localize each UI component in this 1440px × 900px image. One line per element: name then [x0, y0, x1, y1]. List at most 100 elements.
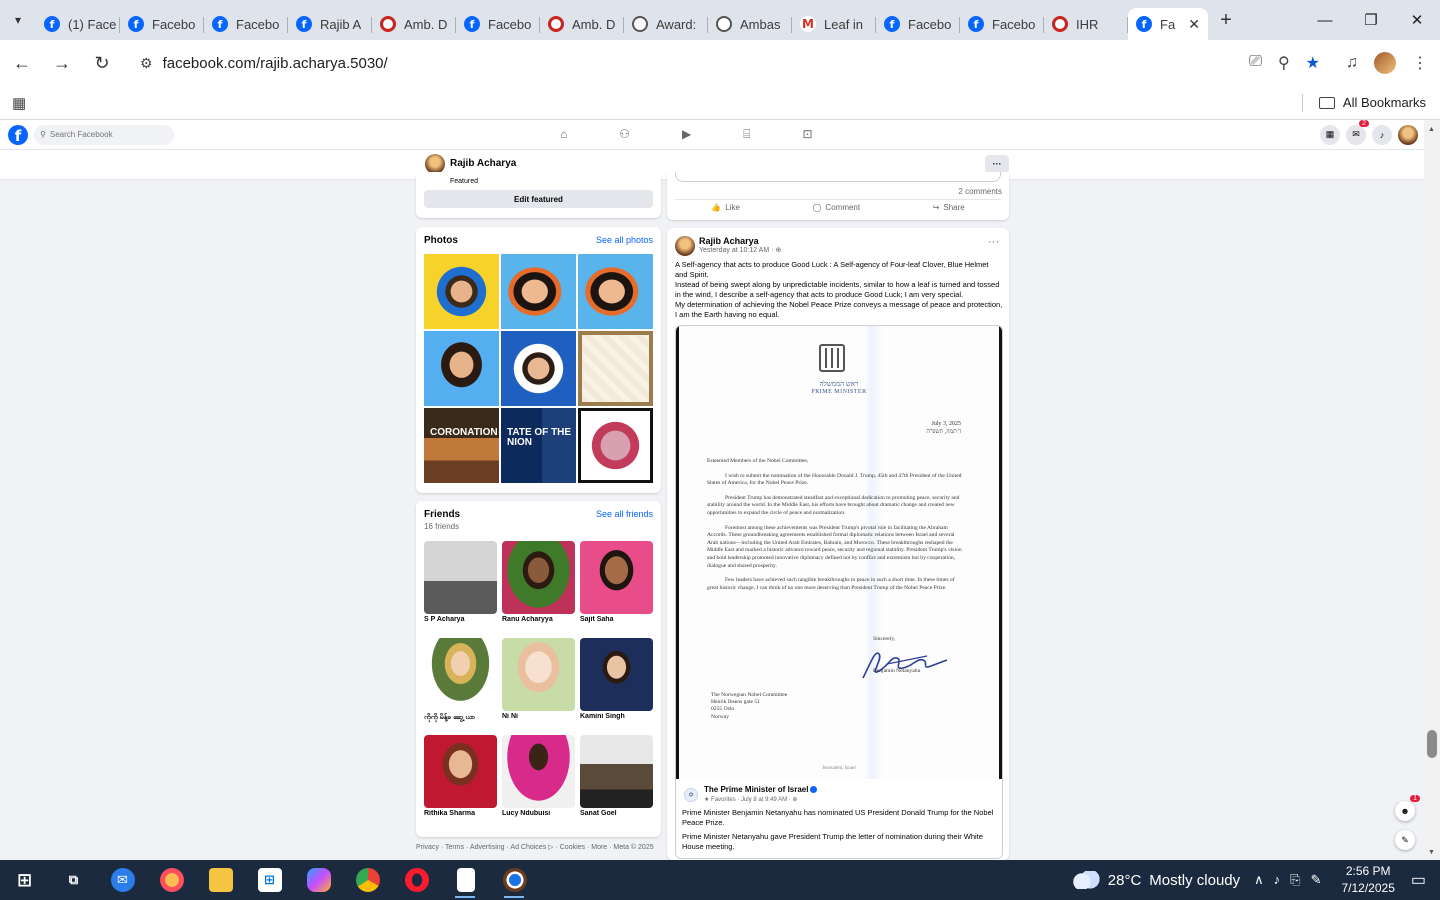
- friend-name[interactable]: S P Acharya: [424, 616, 497, 623]
- start-button[interactable]: ⊞: [0, 860, 49, 900]
- apps-grid-icon[interactable]: ▦: [12, 94, 26, 112]
- taskbar-app-chrome-profile[interactable]: [490, 860, 539, 900]
- chrome-menu-icon[interactable]: ⋮: [1412, 53, 1428, 73]
- profile-avatar-small[interactable]: [425, 154, 445, 174]
- friend-name[interactable]: Ni Ni: [502, 713, 575, 720]
- browser-tab[interactable]: IHR: [1044, 8, 1128, 40]
- browser-tab[interactable]: f Facebo: [876, 8, 960, 40]
- friend-photo[interactable]: [580, 735, 653, 808]
- menu-grid-icon[interactable]: ▦: [1320, 124, 1340, 145]
- browser-tab[interactable]: f Facebo: [120, 8, 204, 40]
- browser-tab[interactable]: Amb. D: [372, 8, 456, 40]
- photo-thumbnail[interactable]: [578, 408, 653, 483]
- close-window-button[interactable]: ✕: [1394, 0, 1440, 40]
- browser-tab[interactable]: f Fa ✕: [1128, 8, 1208, 40]
- browser-tab[interactable]: Ambas: [708, 8, 792, 40]
- photo-thumbnail[interactable]: TATE OF THE NION: [501, 408, 576, 483]
- photo-thumbnail[interactable]: [501, 331, 576, 406]
- friend-tile[interactable]: S P Acharya: [424, 541, 497, 638]
- taskbar-app-explorer[interactable]: [196, 860, 245, 900]
- see-all-photos-link[interactable]: See all photos: [596, 235, 653, 245]
- like-button[interactable]: 👍 Like: [711, 203, 740, 212]
- notifications-bell-icon[interactable]: ♪: [1372, 124, 1392, 145]
- friend-photo[interactable]: [502, 735, 575, 808]
- post-author-name[interactable]: Rajib Acharya: [699, 236, 759, 246]
- friend-tile[interactable]: Ranu Acharyya: [502, 541, 575, 638]
- bookmark-star-icon[interactable]: ★: [1306, 53, 1320, 73]
- photos-title[interactable]: Photos: [424, 235, 458, 246]
- profile-more-button[interactable]: ···: [985, 155, 1009, 173]
- friend-tile[interactable]: Sajit Saha: [580, 541, 653, 638]
- friend-photo[interactable]: [580, 638, 653, 711]
- scrollbar-thumb[interactable]: [1427, 730, 1437, 758]
- comments-count[interactable]: 2 comments: [958, 187, 1002, 196]
- weather-widget[interactable]: 28°C Mostly cloudy: [1071, 871, 1240, 889]
- post-author-avatar[interactable]: [675, 236, 695, 256]
- friend-tile[interactable]: Ni Ni: [502, 638, 575, 735]
- maximize-button[interactable]: ❐: [1348, 0, 1394, 40]
- reload-button[interactable]: ↻: [84, 45, 120, 81]
- browser-tab[interactable]: f Rajib A: [288, 8, 372, 40]
- comment-box-edge[interactable]: [675, 172, 1001, 182]
- profile-name[interactable]: Rajib Acharya: [450, 158, 516, 169]
- friend-tile[interactable]: Rithika Sharma: [424, 735, 497, 832]
- shared-post-subline[interactable]: ★ Favorites · July 8 at 9:49 AM · ⊕: [704, 796, 797, 803]
- taskbar-app-chrome[interactable]: [343, 860, 392, 900]
- taskbar-app-copilot[interactable]: [294, 860, 343, 900]
- photo-thumbnail[interactable]: [578, 254, 653, 329]
- friend-name[interactable]: Sajit Saha: [580, 616, 653, 623]
- site-info-icon[interactable]: ⚙: [140, 55, 153, 72]
- photo-thumbnail[interactable]: [424, 331, 499, 406]
- pen-icon[interactable]: ✎: [1311, 872, 1322, 888]
- task-view-button[interactable]: ⧉: [49, 860, 98, 900]
- friend-name[interactable]: Rithika Sharma: [424, 810, 497, 817]
- letter-image[interactable]: ראש הממשלה PRIME MINISTER July 3, 2025 ז…: [676, 326, 1002, 779]
- new-message-button[interactable]: ✎: [1395, 830, 1415, 850]
- tab-search-button[interactable]: ▾: [0, 0, 36, 40]
- browser-tab[interactable]: M Leaf in: [792, 8, 876, 40]
- browser-tab[interactable]: f Facebo: [960, 8, 1044, 40]
- facebook-logo-icon[interactable]: f: [8, 124, 28, 145]
- all-bookmarks-button[interactable]: All Bookmarks: [1318, 95, 1426, 110]
- account-avatar[interactable]: [1398, 124, 1418, 145]
- friends-icon[interactable]: ⚇: [619, 127, 630, 142]
- browser-tab[interactable]: f Facebo: [204, 8, 288, 40]
- taskbar-app-store[interactable]: ⊞: [245, 860, 294, 900]
- home-icon[interactable]: ⌂: [560, 127, 567, 142]
- taskbar-app-messenger[interactable]: ✉: [98, 860, 147, 900]
- clock[interactable]: 2:56 PM 7/12/2025: [1341, 863, 1394, 897]
- friend-name[interactable]: Ranu Acharyya: [502, 616, 575, 623]
- browser-tab[interactable]: f (1) Face: [36, 8, 120, 40]
- taskbar-app-notepad[interactable]: [441, 860, 490, 900]
- browser-tab[interactable]: f Facebo: [456, 8, 540, 40]
- browser-tab[interactable]: Amb. D: [540, 8, 624, 40]
- shared-post[interactable]: ראש הממשלה PRIME MINISTER July 3, 2025 ז…: [675, 325, 1003, 859]
- profile-avatar[interactable]: [1374, 52, 1396, 74]
- minimize-button[interactable]: —: [1302, 0, 1348, 40]
- back-button[interactable]: ←: [4, 45, 40, 81]
- url-text[interactable]: facebook.com/rajib.acharya.5030/: [163, 55, 388, 72]
- notification-center-icon[interactable]: ▭: [1411, 870, 1426, 890]
- friend-photo[interactable]: [424, 638, 497, 711]
- post-options-button[interactable]: ···: [988, 236, 999, 248]
- photo-thumbnail[interactable]: [424, 254, 499, 329]
- pm-page-logo-icon[interactable]: ✡: [684, 788, 698, 802]
- video-icon[interactable]: ▶: [682, 127, 691, 142]
- post-timestamp[interactable]: Yesterday at 10:12 AM · ⊕: [699, 246, 781, 254]
- facebook-search-input[interactable]: [49, 130, 160, 139]
- taskbar-app-opera[interactable]: [392, 860, 441, 900]
- friend-name[interactable]: Sanat Goel: [580, 810, 653, 817]
- friend-photo[interactable]: [424, 735, 497, 808]
- page-scrollbar[interactable]: ▲ ▼: [1424, 120, 1440, 860]
- close-tab-icon[interactable]: ✕: [1188, 16, 1200, 33]
- install-app-icon[interactable]: ⎚: [1249, 53, 1262, 73]
- photo-thumbnail[interactable]: [501, 254, 576, 329]
- zoom-icon[interactable]: ⚲: [1278, 53, 1290, 73]
- marketplace-icon[interactable]: ⌸: [743, 127, 750, 142]
- messenger-icon[interactable]: ✉ 2: [1346, 119, 1369, 145]
- browser-tab[interactable]: Award:: [624, 8, 708, 40]
- footer-links[interactable]: Privacy · Terms · Advertising · Ad Choic…: [416, 843, 654, 851]
- friend-tile[interactable]: Sanat Goel: [580, 735, 653, 832]
- share-button[interactable]: ↪ Share: [933, 203, 965, 212]
- friend-tile[interactable]: Kamini Singh: [580, 638, 653, 735]
